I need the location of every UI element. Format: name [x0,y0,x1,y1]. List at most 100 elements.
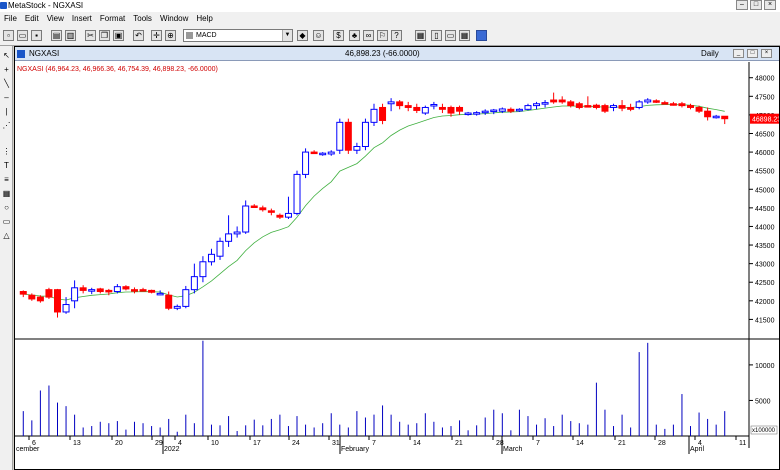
price-volume-chart[interactable]: NGXASI (46,964.23, 46,966.36, 46,754.39,… [15,62,779,470]
grid-icon[interactable]: ▦ [1,188,12,199]
month-label: cember [16,446,40,453]
tile-horizontal-icon[interactable]: ▭ [445,30,456,41]
ellipse-icon[interactable]: ○ [1,202,12,213]
trendline-icon[interactable]: ╲ [1,78,12,89]
candle-body [387,101,395,105]
menu-view[interactable]: View [43,12,68,26]
chart-doc-icon [17,50,25,58]
candle-body [490,109,498,113]
print-preview-icon[interactable]: ▥ [65,30,76,41]
zoom-icon[interactable]: ⊕ [165,30,176,41]
candle-body [207,253,215,263]
menu-tools[interactable]: Tools [129,12,156,26]
maximize-icon[interactable]: □ [750,0,762,10]
price-tick-label: 42500 [755,280,775,287]
menu-file[interactable]: File [0,12,21,26]
undo-icon[interactable]: ↶ [133,30,144,41]
save-icon[interactable]: ▪ [31,30,42,41]
legend-anchor [15,64,16,65]
candle-body [190,276,198,291]
candle-body [481,110,489,114]
tile-vertical-icon[interactable]: ▯ [431,30,442,41]
minimize-icon[interactable]: – [736,0,748,10]
candle-body [430,103,438,107]
candle-body [353,146,361,151]
crosshair-tool-icon[interactable]: + [1,64,12,75]
cascade-icon[interactable]: ▦ [415,30,426,41]
paste-icon[interactable]: ▣ [113,30,124,41]
candle-body [71,287,79,302]
candle-body [284,212,292,218]
cycle-icon[interactable]: ⋮ [1,146,12,157]
candle-body [96,288,104,293]
rectangle-icon[interactable]: ▭ [1,216,12,227]
chart-window: NGXASI 46,898.23 (-66.0000) Daily _ □ × … [14,46,780,470]
copy-icon[interactable]: ❐ [99,30,110,41]
paint-icon[interactable]: ◆ [297,30,308,41]
chart-close-icon[interactable]: × [761,49,772,58]
window-titlebar: MetaStock - NGXASI – □ × [0,0,780,12]
chart-minimize-icon[interactable]: _ [733,49,744,58]
candle-body [652,100,660,103]
system-tester-icon[interactable]: ♣ [349,30,360,41]
metastock-app-icon [0,2,7,9]
menu-insert[interactable]: Insert [68,12,96,26]
triangle-icon[interactable]: △ [1,230,12,241]
candle-body [678,103,686,107]
candle-body [36,296,44,302]
grid-layout-icon[interactable]: ▦ [459,30,470,41]
last-price-label: 46,898.23 (-66.0000) [345,49,420,58]
candle-body [695,106,703,112]
menu-edit[interactable]: Edit [21,12,43,26]
indicator-combo[interactable]: MACD ▼ [183,29,293,42]
candle-body [225,233,233,242]
candle-body [421,106,429,114]
price-tick-label: 46000 [755,150,775,157]
time-tick-label: 14 [576,440,584,447]
price-tick-label: 42000 [755,299,775,306]
menu-window[interactable]: Window [156,12,192,26]
candle-body [669,103,677,106]
explorer-icon[interactable]: $ [333,30,344,41]
binoculars-icon[interactable]: ∞ [363,30,374,41]
price-tick-label: 41500 [755,317,775,324]
time-tick-label: 20 [115,440,123,447]
expert-advisor-icon[interactable]: ☺ [313,30,324,41]
menu-format[interactable]: Format [96,12,129,26]
crosshair-icon[interactable]: ✛ [151,30,162,41]
candle-body [250,205,258,208]
vertical-line-icon[interactable]: | [1,106,12,117]
time-tick-label: 21 [455,440,463,447]
smart-chart-icon[interactable]: ⚐ [377,30,388,41]
candle-body [721,115,729,120]
menu-help[interactable]: Help [192,12,216,26]
candle-body [336,121,344,151]
candle-body [105,289,113,293]
text-icon[interactable]: T [1,160,12,171]
drawing-toolbar: ↖ + ╲ – | ⋰ ⋮ T ≡ ▦ ○ ▭ △ [0,46,13,470]
candle-body [319,152,327,156]
chart-maximize-icon[interactable]: □ [747,49,758,58]
candle-body [310,151,318,155]
help-icon[interactable]: ? [391,30,402,41]
candle-body [464,112,472,116]
candle-body [558,99,566,103]
new-file-icon[interactable]: ▫ [3,30,14,41]
price-tick-label: 43500 [755,243,775,250]
fan-icon[interactable]: ⋰ [1,120,12,131]
open-folder-icon[interactable]: ▭ [17,30,28,41]
horizontal-line-icon[interactable]: – [1,92,12,103]
month-label: March [503,446,523,453]
chevron-down-icon[interactable]: ▼ [282,30,292,41]
print-icon[interactable]: ▤ [51,30,62,41]
candle-body [515,108,523,112]
pointer-icon[interactable]: ↖ [1,50,12,61]
chart-symbol: NGXASI [29,49,60,58]
cut-icon[interactable]: ✂ [85,30,96,41]
candle-body [173,305,181,309]
fibonacci-icon[interactable]: ≡ [1,174,12,185]
candle-body [293,173,301,214]
layout-active-icon[interactable] [476,30,487,41]
candle-body [267,210,275,213]
close-icon[interactable]: × [764,0,776,10]
